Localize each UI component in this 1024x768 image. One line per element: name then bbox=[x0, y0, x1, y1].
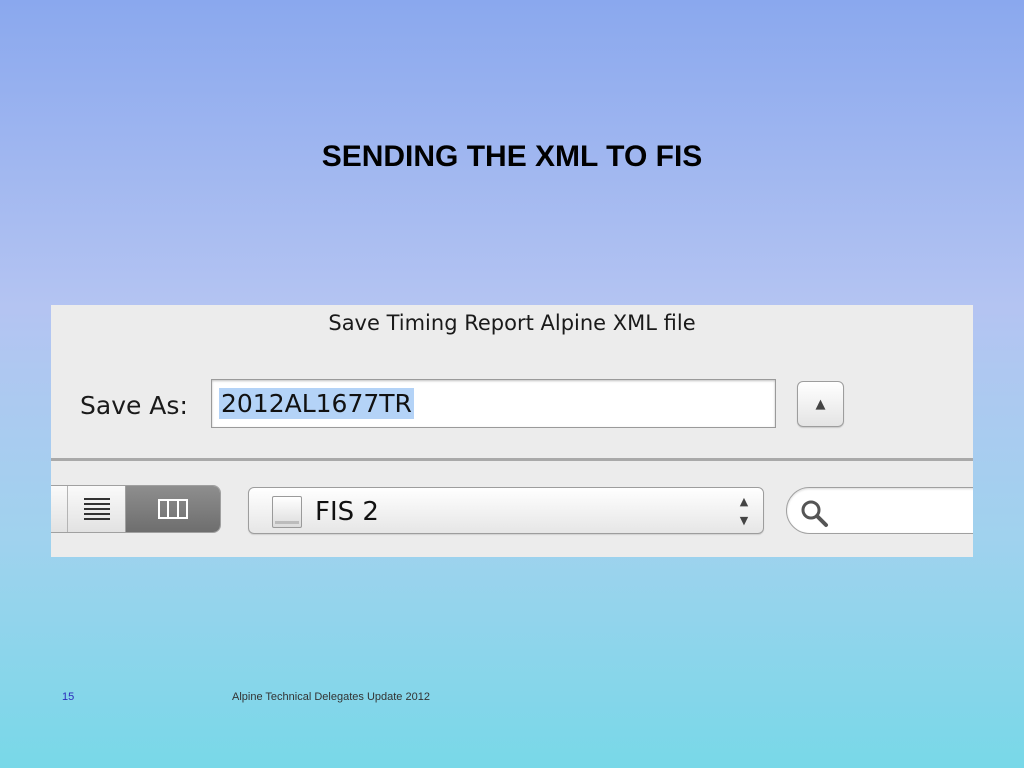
filename-input[interactable]: 2012AL1677TR bbox=[211, 379, 776, 428]
icon-view-segment[interactable] bbox=[51, 486, 68, 532]
column-view-icon bbox=[158, 499, 188, 519]
up-down-arrows-icon: ▲ ▼ bbox=[739, 495, 749, 527]
save-dialog: Save Timing Report Alpine XML file Save … bbox=[51, 305, 973, 557]
divider bbox=[51, 458, 973, 461]
drive-icon bbox=[272, 496, 302, 528]
search-input[interactable] bbox=[786, 487, 973, 534]
slide-title: SENDING THE XML TO FIS bbox=[321, 140, 703, 173]
expand-dialog-button[interactable]: ▲ bbox=[797, 381, 844, 427]
view-mode-control bbox=[51, 485, 221, 533]
list-view-icon bbox=[83, 498, 110, 520]
location-popup[interactable]: FIS 2 ▲ ▼ bbox=[248, 487, 764, 534]
column-view-button[interactable] bbox=[126, 486, 220, 532]
triangle-up-icon: ▲ bbox=[815, 396, 826, 412]
page-number: 15 bbox=[62, 691, 75, 703]
dialog-title: Save Timing Report Alpine XML file bbox=[328, 311, 696, 335]
search-icon bbox=[801, 500, 828, 527]
save-as-label: Save As: bbox=[80, 391, 188, 420]
footer-text: Alpine Technical Delegates Update 2012 bbox=[232, 691, 430, 703]
location-label: FIS 2 bbox=[315, 497, 379, 527]
filename-value: 2012AL1677TR bbox=[219, 388, 414, 419]
list-view-button[interactable] bbox=[68, 486, 126, 532]
